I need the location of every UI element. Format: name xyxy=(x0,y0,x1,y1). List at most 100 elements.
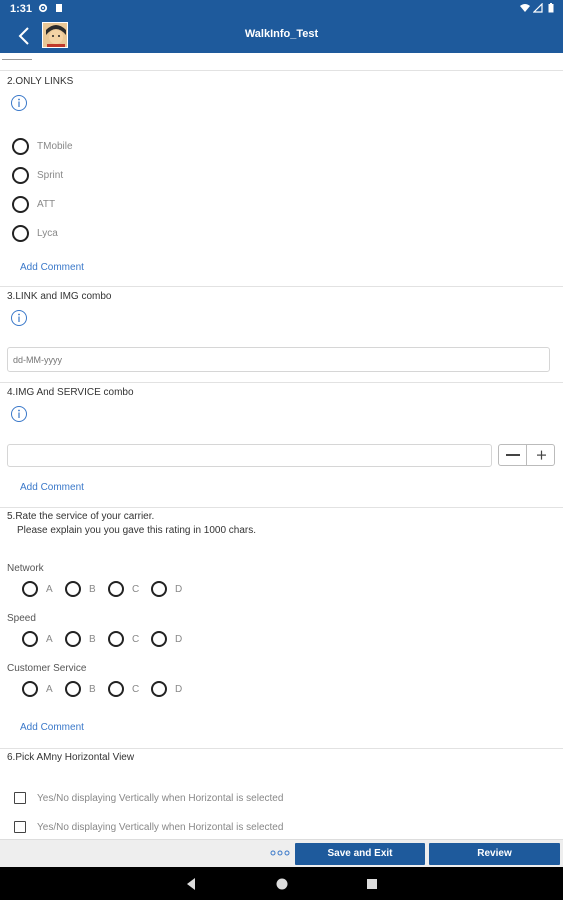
radio-label: Lyca xyxy=(37,228,58,239)
question-4-title: 4.IMG And SERVICE combo xyxy=(7,387,134,398)
rating-row-network: A B C D xyxy=(22,581,202,599)
divider xyxy=(0,507,563,508)
radio-label: D xyxy=(175,684,183,695)
radio-button[interactable] xyxy=(108,681,124,697)
divider xyxy=(0,286,563,287)
plus-icon xyxy=(537,450,546,460)
add-comment-link[interactable]: Add Comment xyxy=(20,482,84,493)
radio-label: B xyxy=(89,584,96,595)
radio-button[interactable] xyxy=(65,581,81,597)
radio-button[interactable] xyxy=(151,581,167,597)
radio-label: D xyxy=(175,584,183,595)
radio-label: A xyxy=(46,584,53,595)
rating-option-d[interactable]: D xyxy=(151,681,191,699)
question-6-title: 6.Pick AMny Horizontal View xyxy=(7,752,135,763)
question-2-title: 2.ONLY LINKS xyxy=(7,76,74,87)
radio-label: C xyxy=(132,584,140,595)
question-5-subtitle: Please explain you you gave this rating … xyxy=(17,525,257,536)
rating-option-b[interactable]: B xyxy=(65,581,105,599)
rating-row-label: Customer Service xyxy=(7,663,87,674)
scroll-remnant xyxy=(2,59,32,60)
radio-label: TMobile xyxy=(37,141,73,152)
radio-button[interactable] xyxy=(151,681,167,697)
minus-icon xyxy=(506,454,520,456)
battery-icon xyxy=(548,3,554,13)
info-icon[interactable] xyxy=(10,405,28,423)
divider xyxy=(0,748,563,749)
add-comment-link[interactable]: Add Comment xyxy=(20,262,84,273)
sd-card-icon xyxy=(56,4,62,12)
rating-option-c[interactable]: C xyxy=(108,581,148,599)
rating-option-c[interactable]: C xyxy=(108,631,148,649)
radio-label: A xyxy=(46,634,53,645)
rating-option-a[interactable]: A xyxy=(22,581,62,599)
radio-button[interactable] xyxy=(12,167,29,184)
radio-button[interactable] xyxy=(12,225,29,242)
radio-option-att[interactable]: ATT xyxy=(12,196,132,216)
radio-label: B xyxy=(89,684,96,695)
radio-label: ATT xyxy=(37,199,56,210)
radio-button[interactable] xyxy=(22,681,38,697)
radio-option-sprint[interactable]: Sprint xyxy=(12,167,132,187)
wifi-icon xyxy=(520,4,530,12)
screen-title: WalkInfo_Test xyxy=(244,28,319,40)
more-options-icon[interactable] xyxy=(270,848,290,858)
radio-option-tmobile[interactable]: TMobile xyxy=(12,138,132,158)
radio-button[interactable] xyxy=(65,631,81,647)
rating-row-label: Network xyxy=(7,563,44,574)
rating-row-customer-service: A B C D xyxy=(22,681,202,699)
radio-label: D xyxy=(175,634,183,645)
radio-label: B xyxy=(89,634,96,645)
radio-label: C xyxy=(132,684,140,695)
signal-icon xyxy=(533,3,543,13)
radio-label: Sprint xyxy=(37,170,64,181)
rating-option-b[interactable]: B xyxy=(65,631,105,649)
nav-home-icon[interactable] xyxy=(274,876,290,892)
date-input[interactable] xyxy=(7,347,550,372)
survey-form: 2.ONLY LINKS TMobile Sprint ATT Lyca Add… xyxy=(0,53,563,839)
decrement-button[interactable] xyxy=(499,445,527,465)
radio-button[interactable] xyxy=(65,681,81,697)
rating-option-d[interactable]: D xyxy=(151,631,191,649)
checkbox[interactable] xyxy=(14,821,26,833)
number-input[interactable] xyxy=(7,444,492,467)
rating-option-a[interactable]: A xyxy=(22,681,62,699)
checkbox-option[interactable]: Yes/No displaying Vertically when Horizo… xyxy=(14,821,334,835)
system-nav-bar xyxy=(0,867,563,900)
radio-button[interactable] xyxy=(22,581,38,597)
radio-label: C xyxy=(132,634,140,645)
rating-option-d[interactable]: D xyxy=(151,581,191,599)
radio-button[interactable] xyxy=(108,581,124,597)
info-icon[interactable] xyxy=(10,94,28,112)
increment-button[interactable] xyxy=(527,445,555,465)
radio-button[interactable] xyxy=(12,196,29,213)
radio-button[interactable] xyxy=(151,631,167,647)
nav-recents-icon[interactable] xyxy=(364,876,380,892)
rating-row-label: Speed xyxy=(7,613,36,624)
rating-option-a[interactable]: A xyxy=(22,631,62,649)
checkbox-option[interactable]: Yes/No displaying Vertically when Horizo… xyxy=(14,792,334,806)
add-comment-link[interactable]: Add Comment xyxy=(20,722,84,733)
radio-button[interactable] xyxy=(108,631,124,647)
save-and-exit-button[interactable]: Save and Exit xyxy=(295,843,425,865)
checkbox[interactable] xyxy=(14,792,26,804)
radio-option-lyca[interactable]: Lyca xyxy=(12,225,132,245)
nav-back-icon[interactable] xyxy=(183,876,199,892)
settings-icon xyxy=(38,3,48,13)
radio-label: A xyxy=(46,684,53,695)
info-icon[interactable] xyxy=(10,309,28,327)
question-3-title: 3.LINK and IMG combo xyxy=(7,291,112,302)
review-button[interactable]: Review xyxy=(429,843,560,865)
rating-option-b[interactable]: B xyxy=(65,681,105,699)
rating-option-c[interactable]: C xyxy=(108,681,148,699)
radio-button[interactable] xyxy=(22,631,38,647)
checkbox-label: Yes/No displaying Vertically when Horizo… xyxy=(37,822,284,833)
quantity-stepper[interactable] xyxy=(498,444,555,466)
question-5-title: 5.Rate the service of your carrier. xyxy=(7,511,155,522)
rating-row-speed: A B C D xyxy=(22,631,202,649)
checkbox-label: Yes/No displaying Vertically when Horizo… xyxy=(37,793,284,804)
radio-button[interactable] xyxy=(12,138,29,155)
divider xyxy=(0,70,563,71)
bottom-action-bar: Save and Exit Review xyxy=(0,839,563,867)
app-bar: WalkInfo_Test xyxy=(0,18,563,53)
